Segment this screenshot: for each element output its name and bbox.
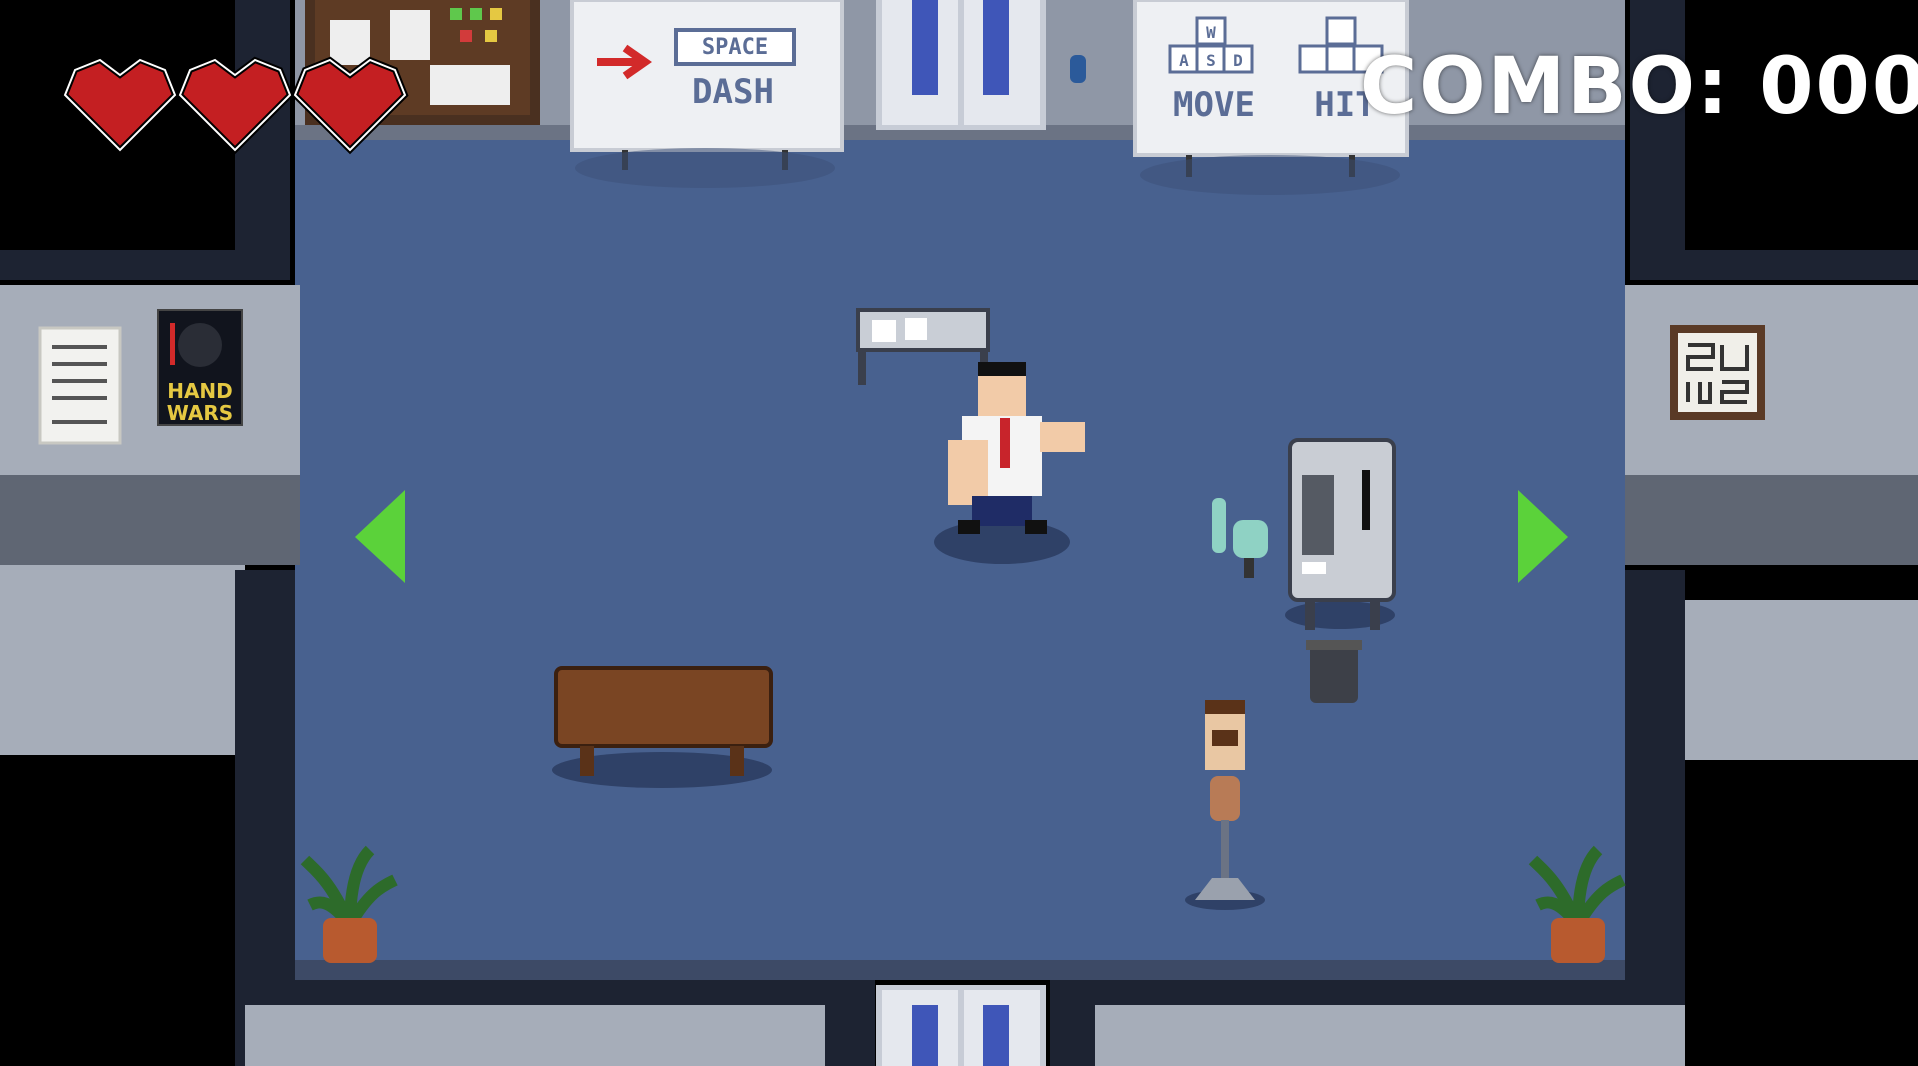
printer-cabinet bbox=[1285, 438, 1396, 630]
bottom-double-door[interactable] bbox=[876, 985, 1046, 1066]
hand-wars-poster: HAND WARS bbox=[157, 309, 243, 426]
dash-action-label: DASH bbox=[692, 72, 774, 112]
trash-can bbox=[1306, 640, 1362, 703]
move-action-label: MOVE bbox=[1173, 85, 1255, 125]
dash-key-label: SPACE bbox=[702, 35, 768, 60]
wooden-bench bbox=[552, 666, 773, 788]
combo-value: 000 bbox=[1759, 42, 1918, 132]
key-w: W bbox=[1206, 23, 1216, 42]
right-bottom-void bbox=[1680, 760, 1918, 1066]
bottom-right-wall bbox=[1095, 1005, 1685, 1066]
paper-note bbox=[38, 326, 122, 445]
maze-frame bbox=[1670, 325, 1765, 420]
bottom-left-wall bbox=[245, 1005, 825, 1066]
key-s: S bbox=[1206, 51, 1216, 70]
game-scene: SPACE DASH W A S D MOVE HIT HAND WARS bbox=[0, 0, 1918, 1066]
left-lower-wall bbox=[0, 565, 245, 755]
dash-sign: SPACE DASH bbox=[570, 0, 844, 188]
poster-line2: WARS bbox=[167, 401, 233, 425]
combo-label: COMBO: bbox=[1360, 42, 1731, 132]
left-lower-frame bbox=[235, 570, 295, 990]
left-corridor bbox=[0, 475, 300, 565]
poster-line1: HAND bbox=[167, 379, 233, 403]
right-lower-wall bbox=[1680, 600, 1918, 760]
right-corridor bbox=[1625, 475, 1918, 565]
right-wall bbox=[1625, 285, 1918, 475]
combo-counter: COMBO: 000 bbox=[1360, 42, 1918, 132]
top-double-door[interactable] bbox=[876, 0, 1046, 130]
health-hearts bbox=[61, 56, 409, 155]
key-a: A bbox=[1179, 51, 1189, 70]
left-bottom-void bbox=[0, 755, 245, 1066]
floor-bottom-edge bbox=[235, 960, 1685, 980]
door-switch bbox=[1070, 55, 1086, 83]
key-d: D bbox=[1233, 51, 1243, 70]
right-lower-frame bbox=[1625, 570, 1685, 990]
helmet-icon bbox=[178, 323, 222, 367]
